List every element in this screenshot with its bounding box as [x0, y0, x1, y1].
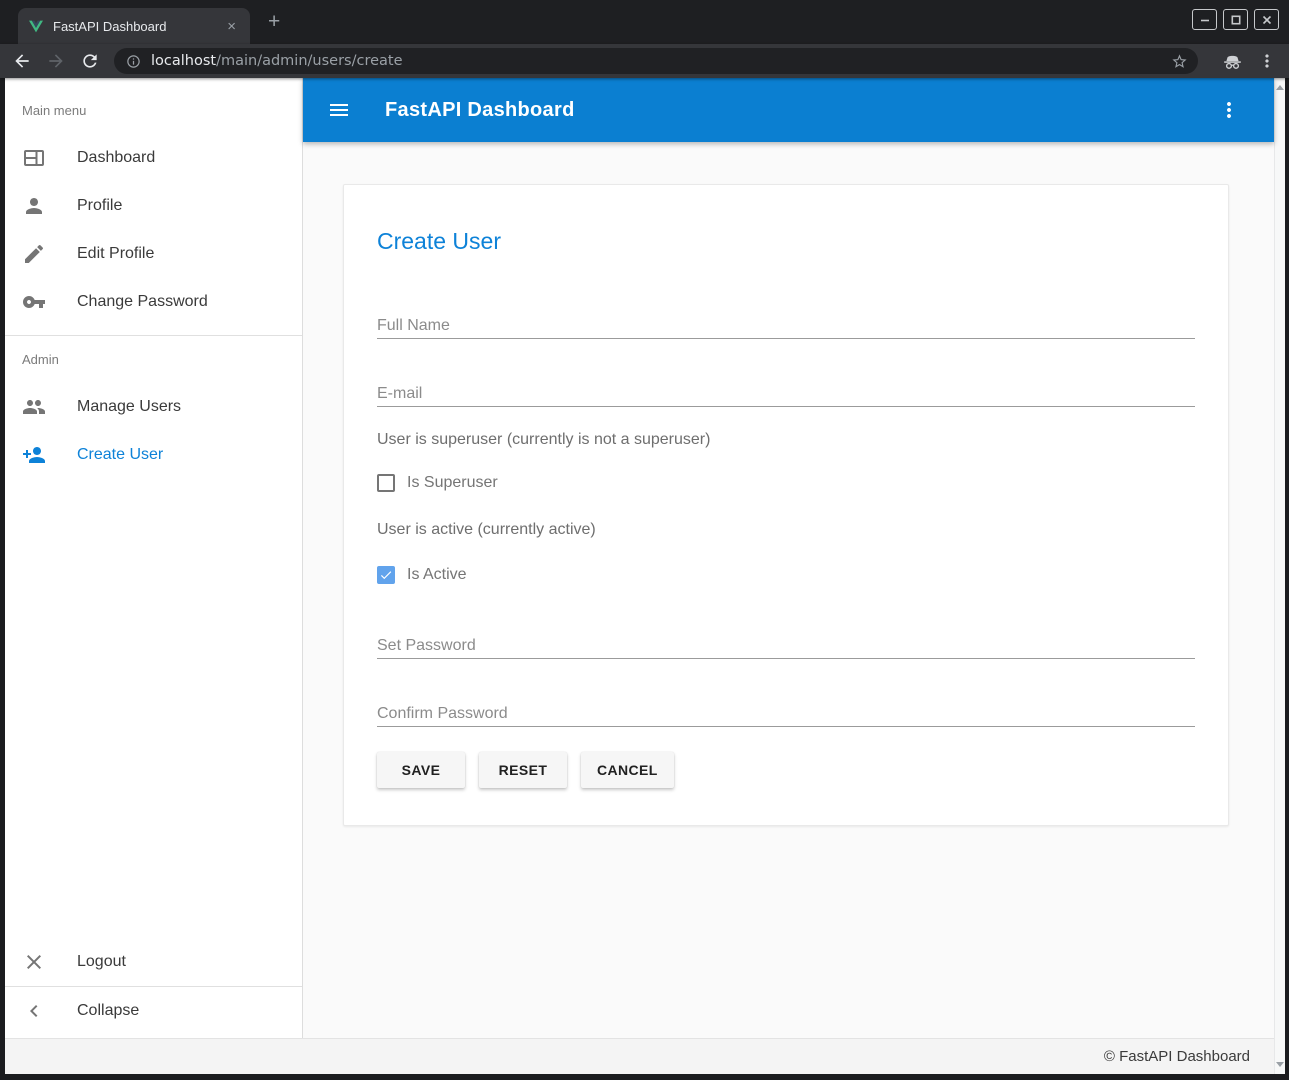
sidebar-item-create-user[interactable]: Create User	[5, 431, 302, 479]
maximize-icon	[1231, 15, 1241, 25]
close-x-icon	[22, 950, 46, 974]
sidebar-item-logout[interactable]: Logout	[5, 938, 302, 986]
info-icon[interactable]	[126, 54, 141, 69]
set-password-input[interactable]	[377, 633, 1195, 659]
scroll-up-arrow-icon[interactable]	[1276, 85, 1284, 90]
sidebar-item-manage-users[interactable]: Manage Users	[5, 383, 302, 431]
confirm-password-field-wrap	[377, 701, 1195, 727]
url-path: /main/admin/users/create	[216, 53, 402, 69]
full-name-input[interactable]	[377, 313, 1195, 339]
superuser-checkbox-row[interactable]: Is Superuser	[377, 473, 1195, 493]
vertical-scrollbar[interactable]	[1274, 78, 1285, 1074]
footer-copyright: © FastAPI Dashboard	[1104, 1048, 1250, 1065]
sidebar-item-label: Logout	[77, 953, 126, 971]
full-name-field-wrap	[377, 313, 1195, 339]
incognito-icon	[1222, 51, 1243, 72]
minimize-button[interactable]	[1192, 9, 1217, 30]
email-input[interactable]	[377, 381, 1195, 407]
sidebar-item-label: Collapse	[77, 1002, 139, 1020]
set-password-field-wrap	[377, 633, 1195, 659]
tab-strip: FastAPI Dashboard × +	[0, 0, 1289, 44]
sidebar-item-edit-profile[interactable]: Edit Profile	[5, 230, 302, 278]
hamburger-menu-icon[interactable]	[327, 98, 351, 122]
create-user-card: Create User User is superuser (currently…	[343, 184, 1229, 826]
url-bar[interactable]: localhost/main/admin/users/create	[114, 48, 1198, 74]
active-checkbox-row[interactable]: Is Active	[377, 565, 1195, 585]
sidebar-item-label: Profile	[77, 197, 122, 215]
reload-button[interactable]	[80, 51, 100, 71]
main-content: Create User User is superuser (currently…	[303, 142, 1274, 1038]
page-title: Create User	[377, 227, 1195, 255]
new-tab-button[interactable]: +	[262, 11, 286, 32]
close-window-button[interactable]	[1254, 9, 1279, 30]
sidebar-section-admin: Admin	[5, 336, 302, 383]
pencil-icon	[22, 242, 46, 266]
checkmark-icon	[379, 568, 393, 582]
sidebar-item-label: Dashboard	[77, 149, 155, 167]
sidebar-bottom: Logout Collapse	[5, 938, 302, 1035]
superuser-checkbox-label: Is Superuser	[407, 474, 498, 492]
email-field-wrap	[377, 381, 1195, 407]
browser-tab[interactable]: FastAPI Dashboard ×	[18, 8, 250, 44]
confirm-password-input[interactable]	[377, 701, 1195, 727]
cancel-button[interactable]: CANCEL	[581, 752, 674, 788]
superuser-helper-text: User is superuser (currently is not a su…	[377, 431, 1195, 449]
browser-toolbar: localhost/main/admin/users/create	[0, 44, 1289, 78]
browser-menu-kebab-icon[interactable]	[1257, 51, 1277, 71]
save-button[interactable]: SAVE	[377, 752, 465, 788]
url-host: localhost	[151, 53, 216, 69]
close-icon	[1262, 15, 1272, 25]
active-helper-text: User is active (currently active)	[377, 521, 1195, 539]
tab-close-icon[interactable]: ×	[223, 18, 240, 35]
sidebar-item-collapse[interactable]: Collapse	[5, 987, 302, 1035]
chevron-left-icon	[22, 999, 46, 1023]
person-add-icon	[22, 443, 46, 467]
url-text: localhost/main/admin/users/create	[151, 53, 1161, 69]
bookmark-star-icon[interactable]	[1171, 53, 1188, 70]
sidebar-item-change-password[interactable]: Change Password	[5, 278, 302, 326]
sidebar-item-label: Create User	[77, 446, 163, 464]
forward-button[interactable]	[46, 51, 66, 71]
sidebar-item-label: Edit Profile	[77, 245, 154, 263]
maximize-button[interactable]	[1223, 9, 1248, 30]
scroll-down-arrow-icon[interactable]	[1276, 1062, 1284, 1067]
back-button[interactable]	[12, 51, 32, 71]
app-toolbar: FastAPI Dashboard	[303, 78, 1274, 142]
sidebar: Main menu Dashboard Profile Edit Profile…	[5, 78, 303, 1038]
vue-logo-icon	[28, 18, 44, 34]
active-checkbox-label: Is Active	[407, 566, 467, 584]
sidebar-item-label: Change Password	[77, 293, 208, 311]
active-checkbox[interactable]	[377, 566, 395, 584]
person-icon	[22, 194, 46, 218]
page-viewport: FastAPI Dashboard Main menu Dashboard Pr…	[5, 78, 1285, 1074]
sidebar-item-profile[interactable]: Profile	[5, 182, 302, 230]
sidebar-section-main-menu: Main menu	[5, 78, 302, 134]
window-controls	[1192, 9, 1279, 30]
app-title: FastAPI Dashboard	[385, 99, 575, 122]
people-icon	[22, 395, 46, 419]
sidebar-item-label: Manage Users	[77, 398, 181, 416]
page-footer: © FastAPI Dashboard	[5, 1038, 1274, 1074]
app-menu-kebab-icon[interactable]	[1217, 98, 1241, 122]
sidebar-item-dashboard[interactable]: Dashboard	[5, 134, 302, 182]
tab-title: FastAPI Dashboard	[53, 19, 214, 34]
key-icon	[22, 290, 46, 314]
minimize-icon	[1200, 15, 1210, 25]
dashboard-icon	[22, 146, 46, 170]
browser-window: FastAPI Dashboard × + localhost/main/adm…	[0, 0, 1289, 1080]
form-actions: SAVE RESET CANCEL	[377, 752, 1195, 788]
superuser-checkbox[interactable]	[377, 474, 395, 492]
reset-button[interactable]: RESET	[479, 752, 567, 788]
